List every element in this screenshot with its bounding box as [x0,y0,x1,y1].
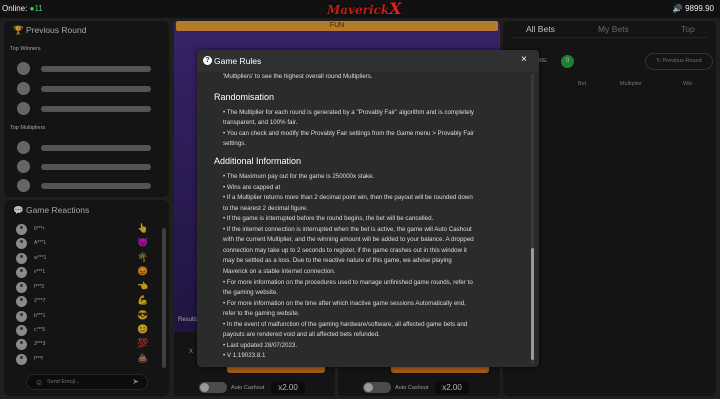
speaker-icon[interactable]: 🔊 [673,4,683,13]
modal-body[interactable]: 'Multipliers' to see the highest overall… [214,72,526,364]
rule-text: • You can check and modify the Provably … [223,130,474,137]
rule-text: • In the event of malfunction of the gam… [223,321,468,328]
rule-text: transparent, and 100% fair. [223,119,298,126]
balance-display: 🔊 9899.90 [673,4,714,13]
info-icon: ? [203,56,212,65]
rule-text: may be settled as a loss. Due to the rea… [223,257,452,264]
modal-scrollbar-thumb[interactable] [531,248,534,360]
rule-text: • V 1.19023.8.1 [223,352,266,359]
rule-text: Maverick on a stable internet connection… [223,268,336,275]
rule-text: the gaming website. [223,289,279,296]
section-heading-additional-info: Additional Information [214,156,302,166]
rule-text: payouts are rendered void and all affect… [223,331,380,338]
rule-text: connection may take up to 2 seconds to r… [223,247,467,254]
rule-text: • The Maximum pay out for the game is 25… [223,173,375,180]
online-count: 11 [34,4,43,13]
rule-text: • Wins are capped at [223,184,281,191]
rule-text: to the nearest 2 decimal figure. [223,205,308,212]
online-label: Online: [2,4,28,13]
game-rules-modal: ? Game Rules × 'Multipliers' to see the … [197,50,539,367]
rule-text: • For more information on the time after… [223,300,466,307]
rule-text: • If the internet connection is interrup… [223,226,472,233]
rule-text: with the current Multiplier, and the win… [223,236,474,243]
modal-title: Game Rules [214,56,262,66]
rule-text: settings. [223,140,247,147]
logo-x: X [389,0,402,18]
rule-text: refer to the gaming website. [223,310,300,317]
game-logo: MaverickX [327,0,402,18]
rule-text: 'Multipliers' to see the highest overall… [223,73,373,80]
rule-text: • Last updated 28/07/2023. [223,342,298,349]
balance-value: 9899.90 [685,4,714,13]
rule-text: • If a Multiplier returns more than 2 de… [223,194,473,201]
online-indicator: Online: ●11 [2,4,43,13]
rule-text: • The Multiplier for each round is gener… [223,109,474,116]
close-button[interactable]: × [521,54,527,65]
rule-text: • If the game is interrupted before the … [223,215,434,222]
section-heading-randomisation: Randomisation [214,92,275,102]
rule-text: • For more information on the procedures… [223,279,473,286]
logo-text: Maverick [327,3,390,17]
